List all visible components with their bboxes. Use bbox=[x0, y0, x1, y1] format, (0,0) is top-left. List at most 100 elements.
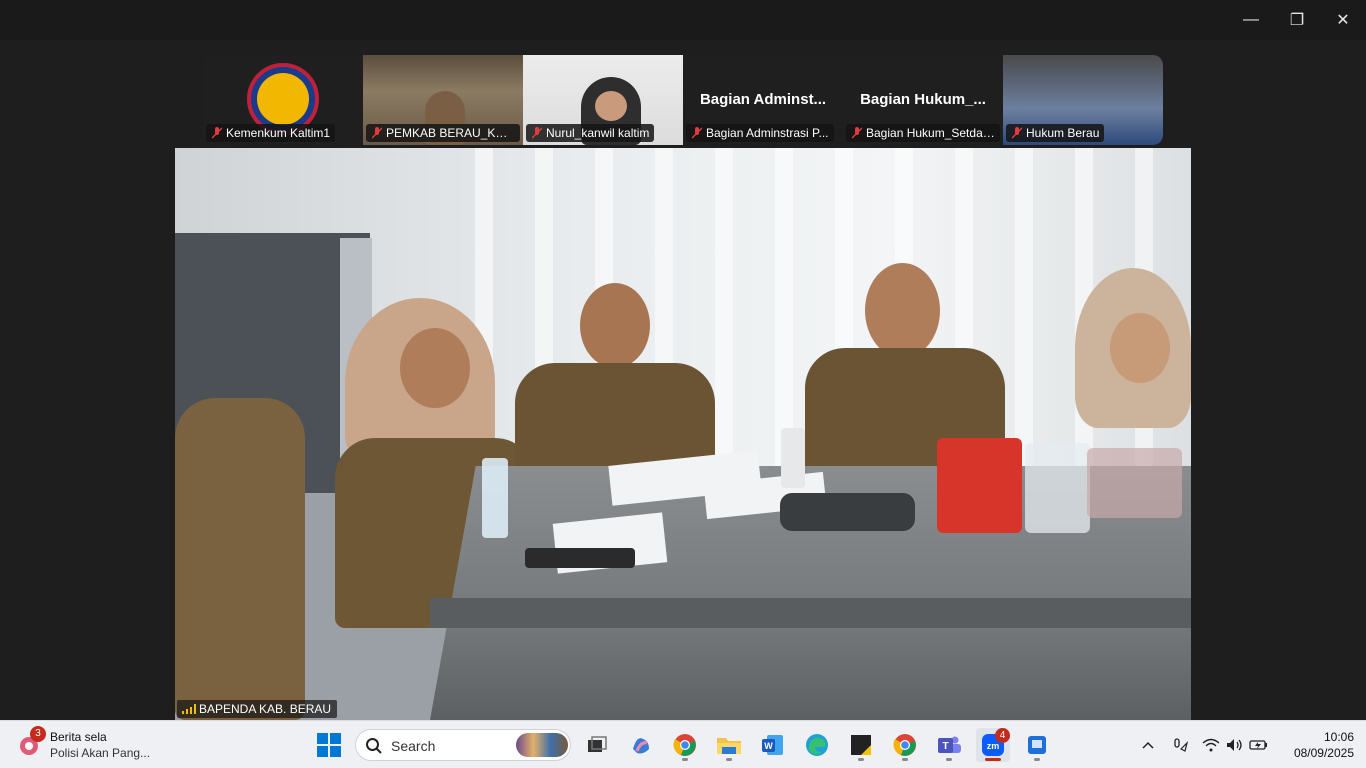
participant-name-tag: Kemenkum Kaltim1 bbox=[206, 124, 336, 142]
clock-date: 08/09/2025 bbox=[1293, 746, 1354, 760]
search-icon bbox=[366, 738, 382, 754]
task-view-icon bbox=[588, 736, 607, 752]
search-highlight-art bbox=[516, 733, 568, 757]
news-widget[interactable]: 3 Berita sela Polisi Akan Pang... bbox=[16, 726, 176, 763]
clock-time: 10:06 bbox=[1323, 730, 1354, 744]
microphone-location-icon bbox=[1174, 738, 1188, 752]
participant-tile[interactable]: Kemenkum Kaltim1 bbox=[203, 55, 363, 145]
person-man-1 bbox=[515, 363, 715, 473]
taskbar: 3 Berita sela Polisi Akan Pang... Search… bbox=[0, 720, 1366, 768]
svg-text:zm: zm bbox=[987, 741, 1000, 751]
participant-tile[interactable]: Nurul_kanwil kaltim bbox=[523, 55, 683, 145]
participant-display-name: Bagian Hukum_... bbox=[860, 91, 986, 108]
running-indicator bbox=[985, 758, 1001, 761]
person-face bbox=[865, 263, 940, 358]
app-icon bbox=[1028, 736, 1046, 754]
participant-face bbox=[595, 91, 627, 121]
logo-emblem bbox=[257, 73, 309, 125]
news-badge: 3 bbox=[30, 726, 46, 742]
show-hidden-icons-button[interactable] bbox=[1137, 731, 1159, 759]
tray-mic[interactable] bbox=[1169, 731, 1191, 759]
muted-mic-icon bbox=[1012, 127, 1022, 139]
conference-speaker bbox=[780, 493, 915, 531]
taskbar-app-extra[interactable] bbox=[1020, 728, 1054, 762]
participant-tile[interactable]: Bagian Hukum_... Bagian Hukum_Setda ... bbox=[843, 55, 1003, 145]
running-indicator bbox=[726, 758, 732, 761]
window-blind bbox=[715, 148, 733, 478]
participant-name-tag: Bagian Adminstrasi P... bbox=[686, 124, 834, 142]
speaker-name-tag: BAPENDA KAB. BERAU bbox=[177, 700, 338, 718]
chevron-up-icon bbox=[1142, 741, 1154, 749]
water-bottle bbox=[781, 428, 805, 488]
taskbar-app-chrome[interactable] bbox=[668, 728, 702, 762]
search-placeholder: Search bbox=[391, 738, 436, 754]
signal-strength-icon bbox=[182, 704, 196, 714]
muted-mic-icon bbox=[532, 127, 542, 139]
person-left bbox=[175, 398, 305, 720]
taskbar-app-sticky[interactable] bbox=[844, 728, 878, 762]
tray-wifi[interactable] bbox=[1200, 731, 1222, 759]
tray-battery[interactable] bbox=[1248, 731, 1270, 759]
participant-name-tag: PEMKAB BERAU_KALT... bbox=[366, 124, 520, 142]
maximize-button[interactable]: ❐ bbox=[1274, 0, 1320, 40]
taskbar-clock[interactable]: 10:06 08/09/2025 bbox=[1272, 729, 1354, 761]
person-face bbox=[580, 283, 650, 368]
taskbar-app-copilot[interactable] bbox=[624, 728, 658, 762]
participant-tile[interactable]: Hukum Berau bbox=[1003, 55, 1163, 145]
windows-start-icon[interactable] bbox=[317, 733, 341, 757]
taskbar-app-teams[interactable]: T bbox=[932, 728, 966, 762]
participant-name: Kemenkum Kaltim1 bbox=[226, 126, 331, 140]
taskbar-app-edge[interactable] bbox=[800, 728, 834, 762]
participant-name: Hukum Berau bbox=[1026, 126, 1100, 140]
tray-volume[interactable] bbox=[1224, 731, 1246, 759]
taskbar-app-task-view[interactable] bbox=[580, 728, 614, 762]
participant-name-tag: Bagian Hukum_Setda ... bbox=[846, 124, 1000, 142]
muted-mic-icon bbox=[692, 127, 702, 139]
participant-tile[interactable]: Bagian Adminst... Bagian Adminstrasi P..… bbox=[683, 55, 843, 145]
window-blind bbox=[1015, 148, 1033, 478]
muted-mic-icon bbox=[852, 127, 862, 139]
participant-name-tag: Nurul_kanwil kaltim bbox=[526, 124, 655, 142]
news-subtitle: Polisi Akan Pang... bbox=[50, 746, 151, 760]
chrome-icon bbox=[673, 734, 696, 756]
wifi-icon bbox=[1202, 738, 1220, 752]
search-input[interactable]: Search bbox=[355, 729, 571, 761]
participant-name: Nurul_kanwil kaltim bbox=[546, 126, 650, 140]
person-face bbox=[400, 328, 470, 408]
participant-name: Bagian Hukum_Setda ... bbox=[866, 126, 997, 140]
running-indicator bbox=[682, 758, 688, 761]
participant-display-name: Bagian Adminst... bbox=[699, 91, 827, 108]
notification-badge: 4 bbox=[995, 728, 1010, 743]
teams-icon: T bbox=[938, 736, 961, 753]
speaker-name: BAPENDA KAB. BERAU bbox=[199, 702, 332, 716]
running-indicator bbox=[946, 758, 952, 761]
water-bottle bbox=[482, 458, 508, 538]
minimize-button[interactable]: — bbox=[1228, 0, 1274, 40]
active-speaker-video[interactable]: BAPENDA KAB. BERAU bbox=[175, 148, 1191, 720]
taskbar-app-zoom[interactable]: zm 4 bbox=[976, 728, 1010, 762]
svg-text:T: T bbox=[942, 741, 948, 752]
word-icon: W bbox=[762, 735, 783, 755]
speaker-icon bbox=[1227, 739, 1242, 751]
participant-name-tag: Hukum Berau bbox=[1006, 124, 1105, 142]
running-indicator bbox=[902, 758, 908, 761]
svg-text:W: W bbox=[764, 741, 773, 751]
biscuit-tin bbox=[937, 438, 1022, 533]
title-bar: — ❐ ✕ bbox=[0, 0, 1366, 40]
taskbar-app-word[interactable]: W bbox=[756, 728, 790, 762]
running-indicator bbox=[858, 758, 864, 761]
copilot-icon bbox=[633, 738, 649, 754]
running-indicator bbox=[1034, 758, 1040, 761]
taskbar-app-chrome-profile[interactable] bbox=[888, 728, 922, 762]
participant-name: PEMKAB BERAU_KALT... bbox=[386, 126, 520, 140]
muted-mic-icon bbox=[372, 127, 382, 139]
participant-tile[interactable]: PEMKAB BERAU_KALT... bbox=[363, 55, 523, 145]
edge-icon bbox=[806, 734, 828, 756]
folder-icon bbox=[717, 738, 741, 754]
person-face bbox=[1110, 313, 1170, 383]
close-button[interactable]: ✕ bbox=[1320, 0, 1366, 40]
taskbar-app-file-explorer[interactable] bbox=[712, 728, 746, 762]
phone bbox=[525, 548, 635, 568]
table-edge bbox=[430, 598, 1191, 628]
sticky-icon bbox=[851, 735, 871, 755]
